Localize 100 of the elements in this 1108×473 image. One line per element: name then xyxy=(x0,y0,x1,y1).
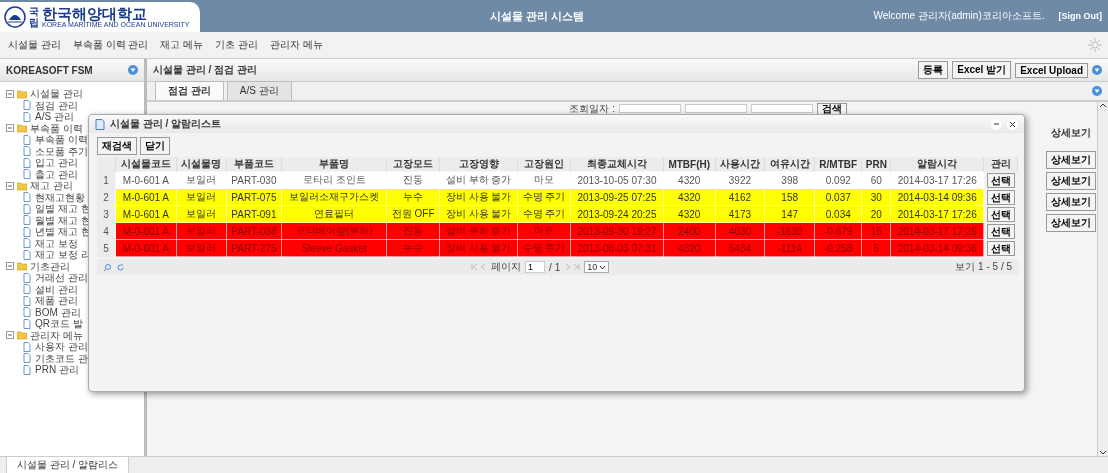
select-button[interactable]: 선택 xyxy=(986,223,1015,239)
tree-item[interactable]: BOM 관리 xyxy=(35,306,81,318)
tree-item[interactable]: 부속품 이력 xyxy=(35,134,88,146)
tree-item[interactable]: 관리자 메뉴 xyxy=(30,329,83,341)
collapse-toggle-icon[interactable] xyxy=(6,124,14,133)
first-page-icon[interactable] xyxy=(471,264,488,270)
table-cell: 로타리 조인트 xyxy=(281,171,387,189)
tree-item[interactable]: 사용자 관리 xyxy=(35,341,88,353)
menu-item[interactable]: 기초 관리 xyxy=(215,38,258,52)
collapse-icon[interactable] xyxy=(1092,86,1102,96)
tree-item[interactable]: 설비 관리 xyxy=(35,283,78,295)
document-icon xyxy=(22,238,32,249)
column-header: 고장원인 xyxy=(517,157,571,172)
detail-button[interactable]: 상세보기 xyxy=(1046,151,1096,169)
table-cell: PART-275 xyxy=(226,239,282,257)
select-button[interactable]: 선택 xyxy=(986,189,1015,205)
column-header: 부품명 xyxy=(281,157,387,172)
table-cell: 마모 xyxy=(517,171,571,189)
search-field[interactable] xyxy=(751,104,813,113)
select-button[interactable]: 선택 xyxy=(986,206,1015,222)
table-cell: 보일러소재구가스켓 xyxy=(281,188,387,206)
tree-item[interactable]: 기초관리 xyxy=(30,260,70,272)
document-icon xyxy=(22,192,32,203)
table-cell: Sleeve Gasket xyxy=(281,239,387,257)
tree-item[interactable]: A/S 관리 xyxy=(35,111,74,123)
tree-item[interactable]: 입고 관리 xyxy=(35,157,78,169)
table-cell: 158 xyxy=(764,188,815,206)
collapse-toggle-icon[interactable] xyxy=(6,331,14,340)
collapse-toggle-icon[interactable] xyxy=(6,262,14,271)
table-cell: 2013-08-03 07:31 xyxy=(570,239,664,257)
column-header: R/MTBF xyxy=(814,157,862,172)
table-cell: 2014-03-17 17:26 xyxy=(890,171,984,189)
last-page-icon[interactable] xyxy=(564,264,581,270)
search-label: 조회일자 : xyxy=(569,103,615,114)
settings-icon[interactable] xyxy=(1088,38,1102,52)
tree-item[interactable]: QR코드 발 xyxy=(35,318,83,330)
tree-item[interactable]: 재고 보정 리 xyxy=(35,249,91,261)
tree-item[interactable]: 재고 보정 xyxy=(35,237,78,249)
scroll-down-icon[interactable] xyxy=(1099,450,1107,456)
action-button[interactable]: 등록 xyxy=(918,61,949,79)
search-icon[interactable] xyxy=(103,262,112,272)
caret-icon xyxy=(599,264,607,270)
tree-item[interactable]: 거래선 관리 xyxy=(35,272,88,284)
table-cell: M-0-601 A xyxy=(115,188,177,206)
tree-item[interactable]: 부속품 이력 xyxy=(30,122,83,134)
scroll-up-icon[interactable] xyxy=(1099,102,1107,108)
tree-item[interactable]: 기초코드 관 xyxy=(35,352,88,364)
close-button[interactable] xyxy=(1007,118,1018,130)
page-field[interactable]: 1 xyxy=(525,261,546,273)
tab[interactable]: 점검 관리 xyxy=(155,81,224,100)
date-field[interactable] xyxy=(619,104,681,113)
table-cell: 2013-09-30 19:27 xyxy=(570,222,664,240)
table-cell: 설비 부하 증가 xyxy=(439,222,518,240)
menu-item[interactable]: 시설물 관리 xyxy=(8,38,61,52)
select-button[interactable]: 선택 xyxy=(986,172,1015,188)
detail-button[interactable]: 상세보기 xyxy=(1046,214,1096,232)
menu-item[interactable]: 재고 메뉴 xyxy=(160,38,204,52)
tree-item[interactable]: 현재고현황 xyxy=(35,191,85,203)
table-cell: 연료필터 xyxy=(281,205,387,223)
collapse-toggle-icon[interactable] xyxy=(6,89,14,98)
tree-item[interactable]: 점검 관리 xyxy=(35,99,78,111)
table-cell: -1114 xyxy=(764,239,815,257)
detail-button[interactable]: 상세보기 xyxy=(1046,172,1096,190)
document-icon xyxy=(22,203,32,214)
menu-item[interactable]: 관리자 메뉴 xyxy=(269,38,323,52)
table-cell: PART-075 xyxy=(226,188,282,206)
action-button[interactable]: Excel Upload xyxy=(1015,62,1088,78)
minimize-button[interactable] xyxy=(991,118,1002,130)
table-cell: 마모 xyxy=(517,222,571,240)
sign-out-link[interactable]: [Sign Out] xyxy=(1058,11,1102,21)
table-cell: 2014-03-14 09:36 xyxy=(890,188,984,206)
action-button[interactable]: Excel 받기 xyxy=(952,61,1012,79)
collapse-icon[interactable] xyxy=(128,65,138,75)
tab[interactable]: A/S 관리 xyxy=(226,81,292,100)
select-button[interactable]: 선택 xyxy=(986,240,1015,256)
table-cell: 4030 xyxy=(715,222,765,240)
collapse-icon[interactable] xyxy=(1092,65,1102,75)
tree-item[interactable]: 소모품 주기 xyxy=(35,145,88,157)
tree-item[interactable]: 출고 관리 xyxy=(35,168,78,180)
refresh-icon[interactable] xyxy=(116,262,125,272)
tree-item[interactable]: 재고 관리 xyxy=(30,180,73,192)
table-cell: -0.258 xyxy=(814,239,862,257)
toolbar-button[interactable]: 재검색 xyxy=(97,137,137,155)
search-button[interactable]: 검색 xyxy=(817,102,847,115)
table-cell: 장비 사용 불가 xyxy=(439,188,518,206)
toolbar-button[interactable]: 닫기 xyxy=(140,137,170,155)
table-cell: 2013-09-24 20:25 xyxy=(570,205,664,223)
detail-button[interactable]: 상세보기 xyxy=(1046,193,1096,211)
logo-label: 국립 xyxy=(29,6,39,28)
column-header: 상세보기 xyxy=(1051,126,1091,140)
page-total: / 1 xyxy=(549,261,561,273)
date-field[interactable] xyxy=(685,104,747,113)
page-size-select[interactable]: 10 xyxy=(584,261,610,273)
tree-item[interactable]: PRN 관리 xyxy=(35,364,79,376)
tree-item[interactable]: 시설물 관리 xyxy=(30,88,83,100)
table-row[interactable]: 1 M-0-601 A 보일러 PART-030 로타리 조인트 진동 설비 부하 증가 마모 2013-10-05 07:30 4320 3922 398 0.092 60 2014-03-17 17:26 선택 xyxy=(97,171,1018,189)
bottom-tab[interactable]: 시설물 관리 / 알람리스 xyxy=(6,456,130,473)
menu-item[interactable]: 부속품 이력 관리 xyxy=(72,38,149,52)
collapse-toggle-icon[interactable] xyxy=(6,181,14,190)
tree-item[interactable]: 제품 관리 xyxy=(35,295,78,307)
